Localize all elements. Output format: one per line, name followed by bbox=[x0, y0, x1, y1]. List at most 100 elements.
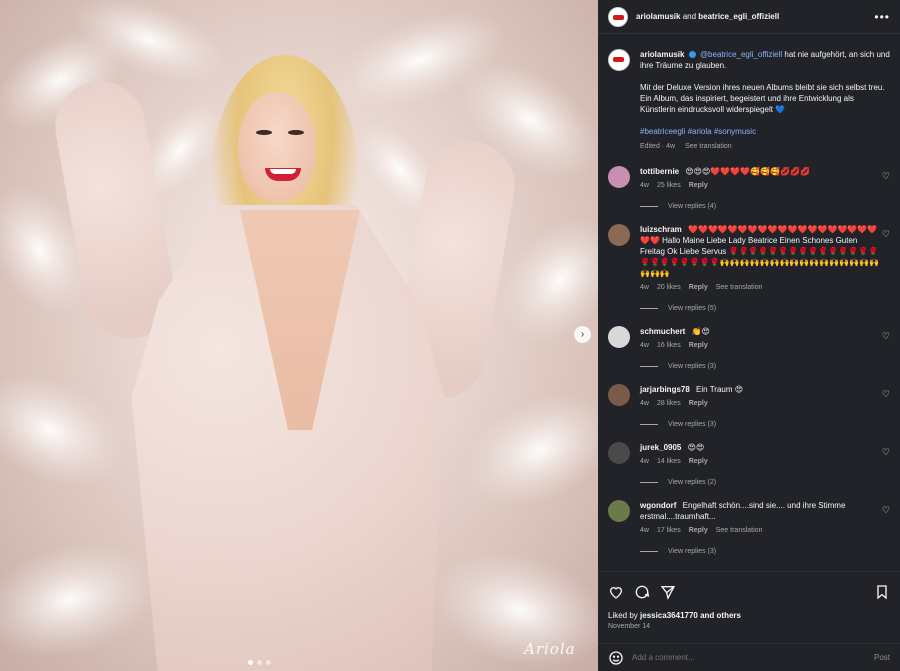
avatar[interactable] bbox=[608, 49, 630, 71]
view-replies-button[interactable]: View replies (3) bbox=[640, 421, 890, 428]
post-viewer: › Ariola ariolamusik and beatrice_egli_o… bbox=[0, 0, 900, 671]
chevron-right-icon[interactable]: › bbox=[574, 326, 591, 343]
action-bar: Liked by jessica3641770 and others Novem… bbox=[598, 571, 900, 643]
more-horizontal-icon[interactable]: ••• bbox=[874, 10, 890, 24]
comment-item: tottibernie 😍😍😍❤️❤️❤️❤️🥰🥰🥰💋💋💋 4w 25 like… bbox=[608, 166, 890, 210]
face bbox=[238, 92, 316, 202]
hashtags[interactable]: #beatriceegli #ariola #sonymusic bbox=[640, 126, 890, 137]
action-icons bbox=[608, 582, 890, 602]
avatar[interactable] bbox=[608, 166, 630, 188]
comment-user[interactable]: jarjarbings78 bbox=[640, 385, 690, 394]
comment-item: jurek_0905 😍😍 4w 14 likes Reply ♡ View r… bbox=[608, 442, 890, 486]
caption-body: ariolamusik @beatrice_egli_offiziell hat… bbox=[640, 49, 890, 152]
comment-likes[interactable]: 14 likes bbox=[657, 456, 681, 467]
post-header: ariolamusik and beatrice_egli_offiziell … bbox=[598, 0, 900, 34]
comment-list: tottibernie 😍😍😍❤️❤️❤️❤️🥰🥰🥰💋💋💋 4w 25 like… bbox=[608, 166, 890, 555]
comment-user[interactable]: wgondorf bbox=[640, 501, 676, 510]
comment-text: Ein Traum 😍 bbox=[696, 385, 744, 394]
comment-body: schmuchert 👏😍 4w 16 likes Reply bbox=[640, 326, 880, 351]
heart-icon[interactable] bbox=[608, 584, 624, 600]
bookmark-icon[interactable] bbox=[874, 584, 890, 600]
see-translation-link[interactable]: See translation bbox=[716, 282, 763, 293]
comment-user[interactable]: jurek_0905 bbox=[640, 443, 681, 452]
comment-meta: 4w 25 likes Reply bbox=[640, 180, 880, 191]
caption: ariolamusik @beatrice_egli_offiziell hat… bbox=[608, 34, 890, 152]
comment-likes[interactable]: 17 likes bbox=[657, 525, 681, 536]
view-replies-button[interactable]: View replies (4) bbox=[640, 203, 890, 210]
reply-button[interactable]: Reply bbox=[689, 340, 708, 351]
see-translation-link[interactable]: See translation bbox=[716, 525, 763, 536]
post-date: November 14 bbox=[608, 623, 651, 630]
comment-likes[interactable]: 20 likes bbox=[657, 282, 681, 293]
comment-meta: 4w 20 likes Reply See translation bbox=[640, 282, 880, 293]
comment-user[interactable]: luizschram bbox=[640, 225, 682, 234]
view-replies-button[interactable]: View replies (3) bbox=[640, 363, 890, 370]
post-button[interactable]: Post bbox=[874, 653, 890, 662]
caption-user[interactable]: ariolamusik bbox=[640, 50, 684, 59]
comment-input[interactable] bbox=[632, 653, 874, 662]
comment-body: wgondorf Engelhaft schön....sind sie....… bbox=[640, 500, 880, 536]
carousel-dot bbox=[248, 660, 253, 665]
see-translation-link[interactable]: See translation bbox=[685, 143, 732, 150]
avatar[interactable] bbox=[608, 384, 630, 406]
carousel-dot bbox=[257, 660, 262, 665]
mention-link[interactable]: @beatrice_egli_offiziell bbox=[700, 50, 782, 59]
reply-button[interactable]: Reply bbox=[689, 282, 708, 293]
comment-likes[interactable]: 25 likes bbox=[657, 180, 681, 191]
verified-badge-icon bbox=[688, 51, 696, 59]
edited-label: Edited · 4w bbox=[640, 143, 676, 150]
heart-icon[interactable]: ♡ bbox=[882, 389, 890, 400]
heart-icon[interactable]: ♡ bbox=[882, 331, 890, 342]
share-icon[interactable] bbox=[660, 584, 676, 600]
comment-meta: 4w 17 likes Reply See translation bbox=[640, 525, 880, 536]
view-replies-button[interactable]: View replies (3) bbox=[640, 548, 890, 555]
author-link[interactable]: beatrice_egli_offiziell bbox=[698, 12, 779, 21]
comment-time: 4w bbox=[640, 284, 649, 291]
comment-meta: 4w 16 likes Reply bbox=[640, 340, 880, 351]
heart-icon[interactable]: ♡ bbox=[882, 447, 890, 458]
liked-by-user[interactable]: jessica3641770 bbox=[640, 611, 698, 620]
reply-button[interactable]: Reply bbox=[689, 398, 708, 409]
comments-scroll[interactable]: ariolamusik @beatrice_egli_offiziell hat… bbox=[598, 34, 900, 571]
reply-button[interactable]: Reply bbox=[689, 525, 708, 536]
comment-user[interactable]: schmuchert bbox=[640, 327, 685, 336]
comment-body: tottibernie 😍😍😍❤️❤️❤️❤️🥰🥰🥰💋💋💋 4w 25 like… bbox=[640, 166, 880, 191]
comment-user[interactable]: tottibernie bbox=[640, 167, 679, 176]
view-replies-button[interactable]: View replies (5) bbox=[640, 305, 890, 312]
comment: schmuchert 👏😍 4w 16 likes Reply ♡ bbox=[608, 326, 890, 351]
avatar[interactable] bbox=[608, 224, 630, 246]
heart-icon[interactable]: ♡ bbox=[882, 229, 890, 240]
avatar[interactable] bbox=[608, 326, 630, 348]
post-image[interactable]: › Ariola bbox=[0, 0, 598, 671]
reply-button[interactable]: Reply bbox=[689, 180, 708, 191]
comment-likes[interactable]: 28 likes bbox=[657, 398, 681, 409]
comment-item: luizschram ❤️❤️❤️❤️❤️❤️❤️❤️❤️❤️❤️❤️❤️❤️❤… bbox=[608, 224, 890, 312]
view-replies-button[interactable]: View replies (2) bbox=[640, 479, 890, 486]
reply-button[interactable]: Reply bbox=[689, 456, 708, 467]
comment: jarjarbings78 Ein Traum 😍 4w 28 likes Re… bbox=[608, 384, 890, 409]
heart-icon[interactable]: ♡ bbox=[882, 505, 890, 516]
liked-by-prefix: Liked by bbox=[608, 611, 641, 620]
comment-body: luizschram ❤️❤️❤️❤️❤️❤️❤️❤️❤️❤️❤️❤️❤️❤️❤… bbox=[640, 224, 880, 293]
add-comment-bar: Post bbox=[598, 643, 900, 671]
avatar[interactable] bbox=[608, 500, 630, 522]
carousel-dot bbox=[266, 660, 271, 665]
comment-meta: 4w 28 likes Reply bbox=[640, 398, 880, 409]
comment-icon[interactable] bbox=[634, 584, 650, 600]
comment-time: 4w bbox=[640, 342, 649, 349]
comment: wgondorf Engelhaft schön....sind sie....… bbox=[608, 500, 890, 536]
comment-likes[interactable]: 16 likes bbox=[657, 340, 681, 351]
comment-item: wgondorf Engelhaft schön....sind sie....… bbox=[608, 500, 890, 555]
avatar[interactable] bbox=[608, 442, 630, 464]
liked-by-suffix[interactable]: and others bbox=[698, 611, 741, 620]
emoji-icon[interactable] bbox=[608, 650, 624, 666]
comment-time: 4w bbox=[640, 527, 649, 534]
smile bbox=[270, 169, 296, 174]
comment-item: jarjarbings78 Ein Traum 😍 4w 28 likes Re… bbox=[608, 384, 890, 428]
heart-icon[interactable]: ♡ bbox=[882, 171, 890, 182]
comment-time: 4w bbox=[640, 400, 649, 407]
caption-text: Mit der Deluxe Version ihres neuen Album… bbox=[640, 83, 885, 114]
comment-time: 4w bbox=[640, 182, 649, 189]
author-link[interactable]: ariolamusik bbox=[636, 12, 680, 21]
avatar[interactable] bbox=[608, 6, 628, 27]
